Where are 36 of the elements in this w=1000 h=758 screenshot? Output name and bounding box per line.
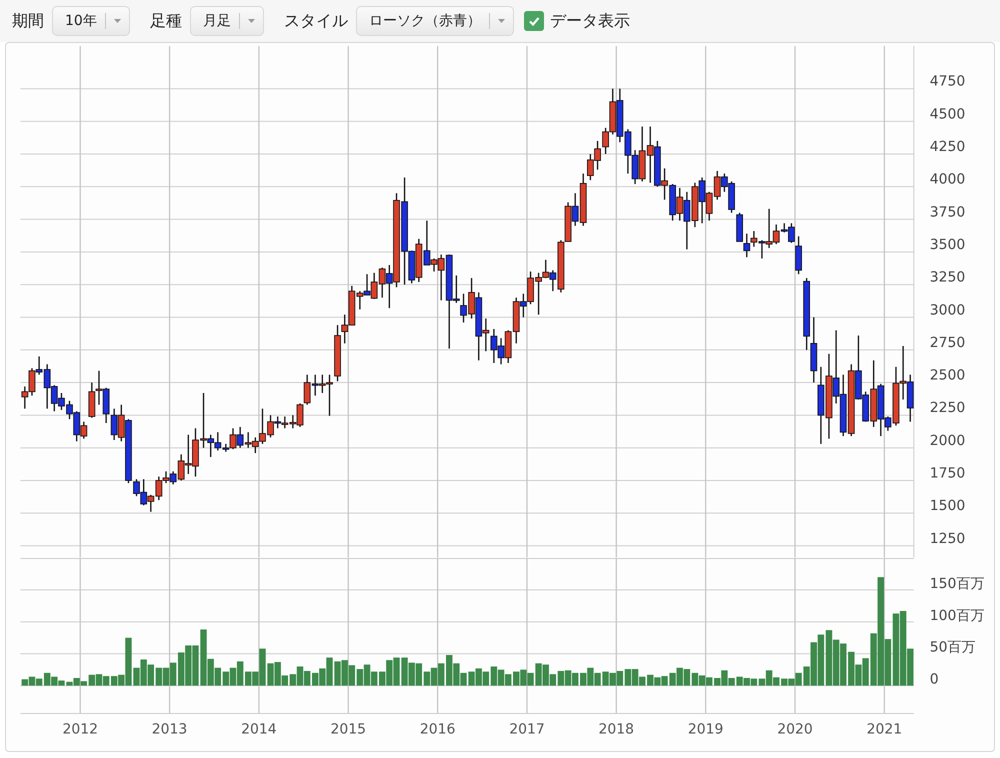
axis-label: 1750 [930, 466, 966, 482]
axis-label: 2017 [509, 721, 545, 738]
axis-label: 2021 [866, 721, 902, 738]
axis-label: 2020 [777, 721, 813, 738]
axis-label: 3250 [930, 270, 966, 286]
axis-label: 2014 [241, 721, 277, 738]
axis-label: 2013 [152, 721, 188, 738]
interval-label: 足種 [150, 10, 182, 32]
axis-label: 150百万 [930, 575, 984, 592]
axis-label: 2012 [62, 721, 98, 738]
interval-dropdown[interactable]: 月足 [190, 6, 264, 36]
data-checkbox-label: データ表示 [550, 10, 630, 32]
axis-label: 1500 [930, 498, 966, 514]
axis-label: 2015 [330, 721, 366, 738]
axis-label: 1250 [930, 530, 966, 547]
period-dropdown[interactable]: 10年 [52, 6, 130, 36]
style-dropdown[interactable]: ローソク（赤青） [356, 6, 514, 36]
period-label: 期間 [12, 10, 44, 32]
axis-label: 2018 [598, 721, 634, 738]
axis-label: 100百万 [930, 607, 984, 624]
axis-label: 3500 [930, 236, 966, 253]
axis-label: 50百万 [930, 639, 976, 656]
style-label: スタイル [284, 10, 348, 32]
axis-label: 3000 [930, 302, 966, 318]
axis-label: 2000 [930, 432, 966, 449]
axis-label: 4000 [930, 172, 966, 188]
axis-label: 2750 [930, 334, 966, 351]
axis-label: 2500 [930, 368, 966, 384]
axis-label: 4500 [930, 106, 966, 122]
axis-label: 2016 [420, 721, 456, 738]
axis-label: 2019 [688, 721, 724, 738]
axis-label: 4250 [930, 139, 966, 156]
axis-label: 2250 [930, 400, 966, 416]
axis-label: 3750 [930, 204, 966, 220]
axis-label: 0 [930, 671, 939, 688]
axis-label: 4750 [930, 74, 966, 90]
